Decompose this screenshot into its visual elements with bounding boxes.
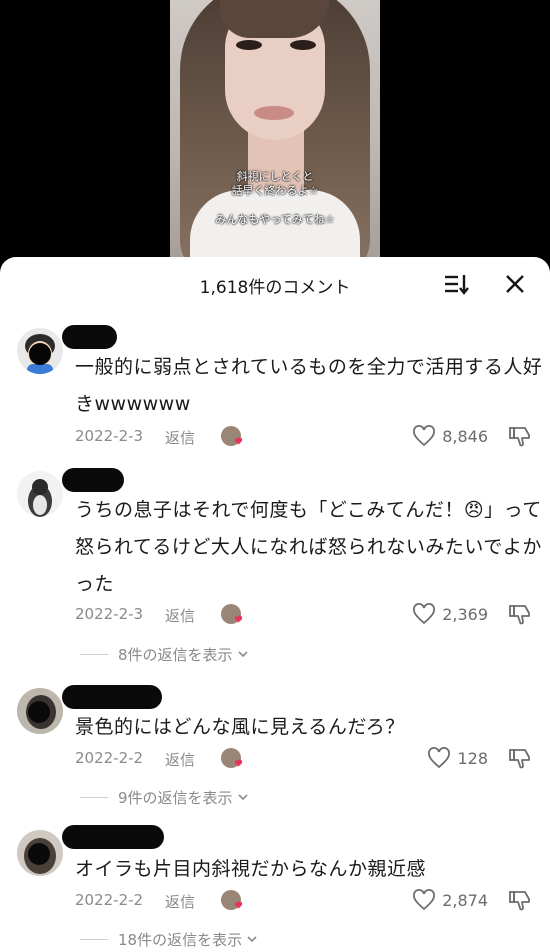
comment-text: 景色的にはどんな風に見えるんだろ？ — [75, 716, 405, 738]
comment-meta: 2022-2-2 返信 2,874 — [75, 889, 540, 917]
video-player[interactable]: 斜視にしとくと 話早く終わるよ☆ みんなもやってみてね☆ — [0, 0, 550, 272]
comment-text: うちの息子はそれで何度も「どこみてんだ！😠」って怒られてるけど大人になれば怒られ… — [75, 499, 542, 595]
comment-meta: 2022-2-2 返信 128 — [75, 747, 540, 775]
view-replies-button[interactable]: 18件の返信を表示 — [80, 928, 259, 950]
like-button[interactable]: 2,369 — [412, 603, 488, 625]
creator-liked-icon — [220, 425, 246, 449]
comment-text: 一般的に弱点とされているものを全力で活用する人好きwwwwww — [75, 356, 543, 415]
creator-liked-icon — [220, 889, 246, 913]
view-replies-label: 8件の返信を表示 — [118, 645, 233, 664]
avatar[interactable] — [17, 688, 63, 734]
video-frame: 斜視にしとくと 話早く終わるよ☆ みんなもやってみてね☆ — [170, 0, 380, 272]
like-count: 2,369 — [442, 604, 488, 624]
sort-icon[interactable] — [441, 269, 471, 299]
divider — [80, 796, 108, 798]
dislike-icon[interactable] — [508, 603, 532, 631]
username-redacted[interactable] — [62, 325, 117, 349]
dislike-icon[interactable] — [508, 425, 532, 453]
like-count: 8,846 — [442, 426, 488, 446]
heart-icon — [413, 425, 436, 447]
video-caption-1: 斜視にしとくと — [236, 170, 314, 183]
view-replies-button[interactable]: 8件の返信を表示 — [80, 643, 250, 665]
chevron-down-icon — [237, 651, 248, 658]
comment-date: 2022-2-3 — [75, 605, 144, 623]
username-redacted[interactable] — [62, 468, 124, 492]
heart-icon — [413, 889, 436, 911]
dislike-icon[interactable] — [508, 747, 532, 775]
comment-sheet: 1,618件のコメント 一般的に弱点とされているものを全力で活用する人好きwww… — [0, 257, 550, 952]
close-icon[interactable] — [500, 269, 530, 299]
reply-button[interactable]: 返信 — [165, 427, 195, 448]
comment-date: 2022-2-2 — [75, 891, 144, 909]
like-button[interactable]: 2,874 — [412, 889, 488, 911]
heart-icon — [428, 747, 451, 769]
creator-liked-icon — [220, 603, 246, 627]
heart-icon — [413, 603, 436, 625]
like-count: 2,874 — [442, 890, 488, 910]
like-button[interactable]: 128 — [427, 747, 488, 769]
creator-liked-icon — [220, 747, 246, 771]
avatar[interactable] — [17, 471, 63, 517]
view-replies-label: 9件の返信を表示 — [118, 788, 233, 807]
reply-button[interactable]: 返信 — [165, 749, 195, 770]
reply-button[interactable]: 返信 — [165, 605, 195, 626]
comment-meta: 2022-2-3 返信 8,846 — [75, 425, 540, 453]
like-count: 128 — [457, 748, 488, 768]
video-right-eye — [290, 40, 316, 50]
avatar[interactable] — [17, 328, 63, 374]
like-button[interactable]: 8,846 — [412, 425, 488, 447]
video-caption-2: 話早く終わるよ☆ — [231, 184, 319, 197]
video-caption-3: みんなもやってみてね☆ — [215, 213, 335, 226]
video-lips — [254, 106, 294, 120]
reply-button[interactable]: 返信 — [165, 891, 195, 912]
chevron-down-icon — [247, 936, 257, 943]
username-redacted[interactable] — [62, 825, 164, 849]
divider — [80, 653, 108, 655]
divider — [80, 938, 108, 940]
username-redacted[interactable] — [62, 685, 162, 709]
comment-text: オイラも片目内斜視だからなんか親近感 — [75, 858, 427, 880]
comment-date: 2022-2-3 — [75, 427, 144, 445]
view-replies-button[interactable]: 9件の返信を表示 — [80, 786, 250, 808]
dislike-icon[interactable] — [508, 889, 532, 917]
comment-date: 2022-2-2 — [75, 749, 144, 767]
chevron-down-icon — [237, 794, 248, 801]
comment-meta: 2022-2-3 返信 2,369 — [75, 603, 540, 631]
view-replies-label: 18件の返信を表示 — [118, 930, 243, 949]
video-left-eye — [236, 40, 262, 50]
avatar[interactable] — [17, 830, 63, 876]
